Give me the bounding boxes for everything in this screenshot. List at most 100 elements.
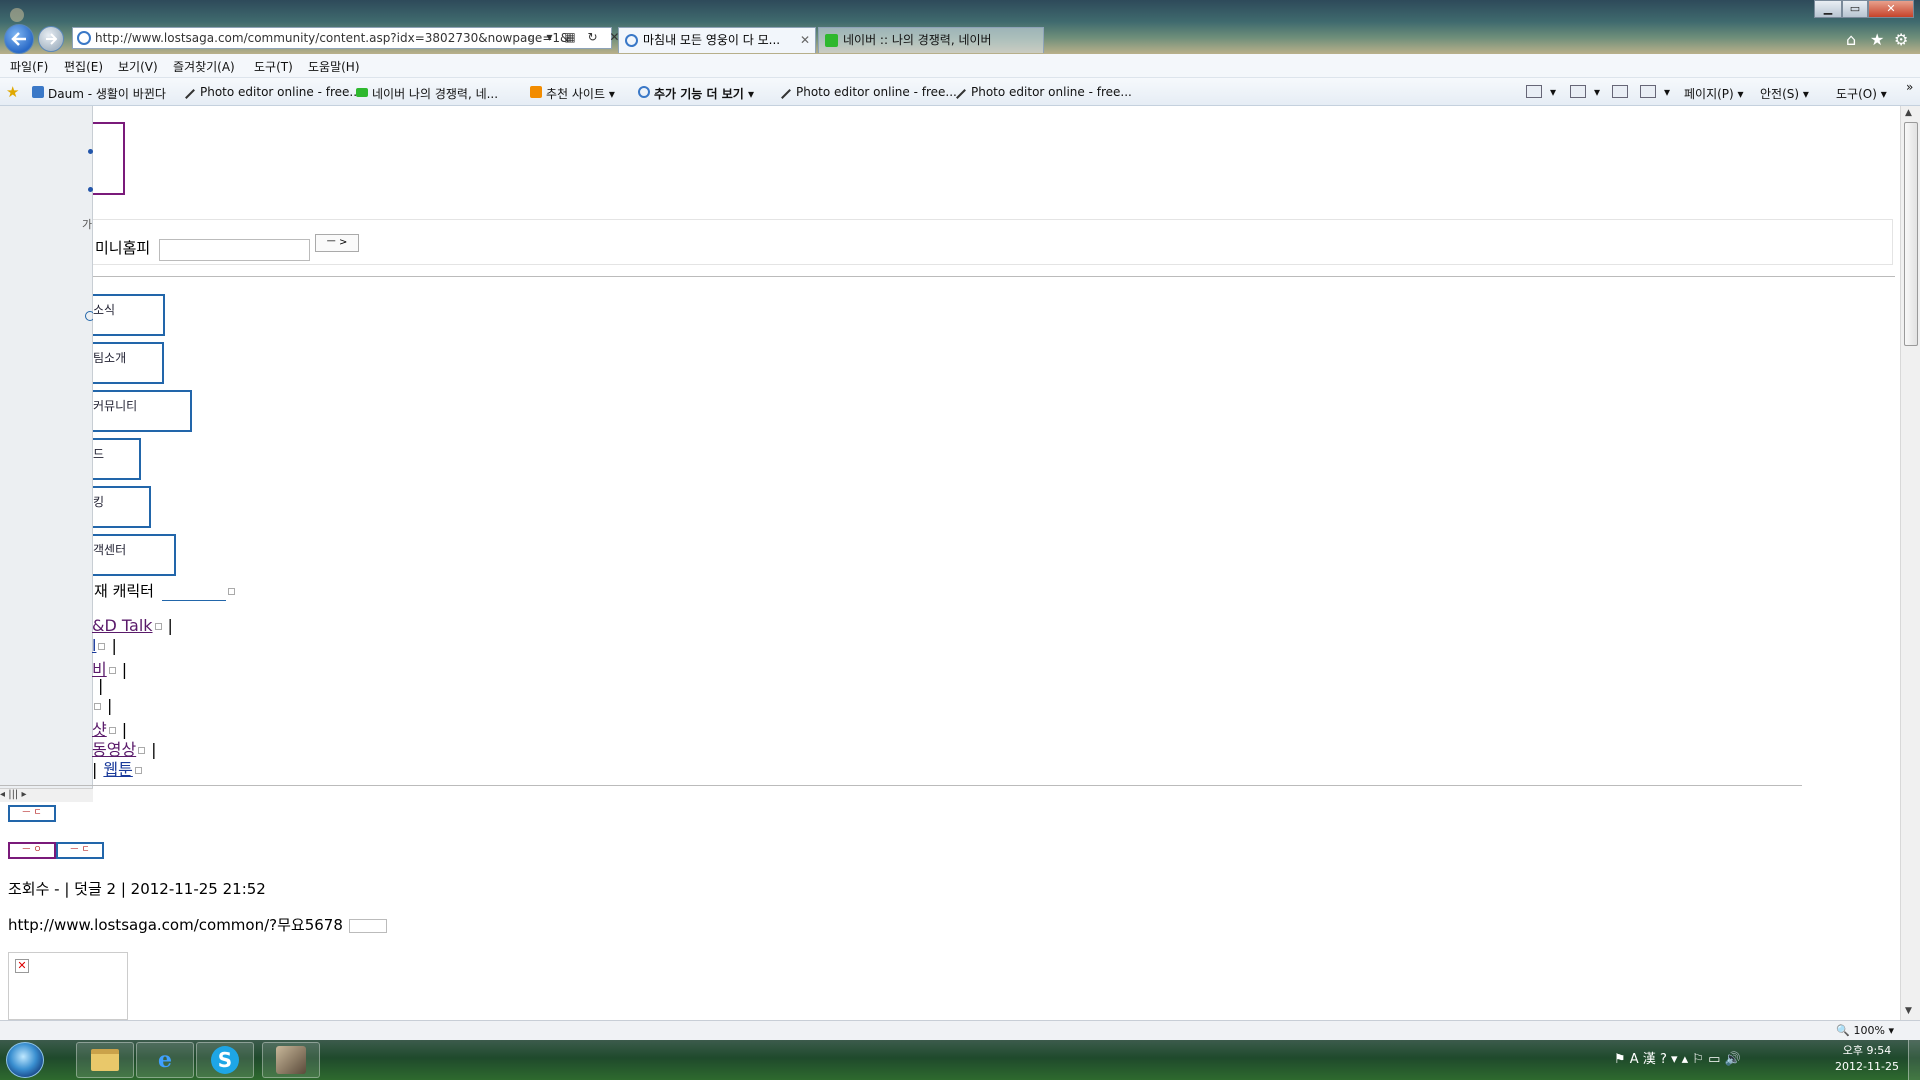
link-rd-talk[interactable]: &D Talk | xyxy=(92,616,173,635)
tab-close-icon[interactable]: ✕ xyxy=(800,28,810,52)
status-bar: 🔍 100% ▾ xyxy=(0,1020,1920,1040)
divider xyxy=(0,785,1802,786)
search-label: 미니홈피 xyxy=(95,239,151,257)
small-button-1[interactable]: ㅡ ㄷ xyxy=(8,805,56,822)
broken-image-icon: ✕ xyxy=(15,959,29,973)
nav-team[interactable]: 팀소개 xyxy=(93,342,164,384)
favorites-star-icon[interactable]: ★ xyxy=(1870,30,1884,49)
character-line: 재 캐릭터 xyxy=(94,580,235,601)
maximize-button[interactable]: ▭ xyxy=(1842,0,1868,18)
scroll-down-arrow-icon[interactable]: ▼ xyxy=(1905,1006,1912,1016)
menu-help[interactable]: 도움말(H) xyxy=(308,58,360,75)
scrollbar-thumb[interactable] xyxy=(1904,122,1918,346)
fav-daum[interactable]: Daum - 생활이 바뀐다 xyxy=(32,85,166,102)
fav-suggested-sites[interactable]: 추천 사이트 ▾ xyxy=(530,85,615,102)
taskbar-internet-explorer[interactable]: e xyxy=(136,1042,194,1078)
logo-box[interactable] xyxy=(93,122,125,195)
menu-favorites[interactable]: 즐겨찾기(A) xyxy=(173,58,235,75)
address-tools[interactable]: ⌕ ▾ ▦ ↻ ✕ xyxy=(528,30,623,45)
small-label: 가 xyxy=(82,218,93,231)
scroll-up-arrow-icon[interactable]: ▲ xyxy=(1905,108,1912,118)
mail-icon[interactable] xyxy=(1612,85,1628,98)
menu-file[interactable]: 파일(F) xyxy=(10,58,48,75)
home-icon[interactable]: ⌂ xyxy=(1846,30,1856,49)
small-button-3[interactable]: ㅡ ㄷ xyxy=(56,842,104,859)
clock-time: 오후 9:54 xyxy=(1842,1044,1892,1057)
print-dropdown[interactable]: ▾ xyxy=(1664,85,1670,99)
tab-naver[interactable]: 네이버 :: 나의 경쟁력, 네이버 xyxy=(818,27,1044,53)
link-item-4[interactable]: | xyxy=(92,676,103,695)
nav-community[interactable]: 커뮤니티 xyxy=(93,390,192,432)
link-item-5[interactable]: | xyxy=(92,696,112,715)
forward-button[interactable] xyxy=(38,26,64,52)
forward-arrow-icon xyxy=(46,33,57,45)
small-button-2[interactable]: ㅡ ㅇ xyxy=(8,842,56,859)
page-content: ◂ ||| ▸ 가 미니홈피 ㅡ > 소식 팀소개 커뮤니티 드 킹 객센터 재… xyxy=(0,106,1900,1020)
search-button[interactable]: ㅡ > xyxy=(315,234,359,252)
browser-titlebar: http://www.lostsaga.com/community/conten… xyxy=(0,0,1920,54)
chevron-more-icon[interactable]: » xyxy=(1906,80,1913,94)
home-cmd-dropdown[interactable]: ▾ xyxy=(1550,85,1556,99)
window-icon xyxy=(10,8,24,22)
menu-view[interactable]: 보기(V) xyxy=(118,58,158,75)
game-icon xyxy=(276,1046,306,1074)
fav-photo-editor-1[interactable]: Photo editor online - free... xyxy=(184,85,361,99)
post-meta: 조회수 - | 덧글 2 | 2012-11-25 21:52 xyxy=(8,880,266,898)
search-input[interactable] xyxy=(159,239,310,261)
print-icon[interactable] xyxy=(1640,85,1656,98)
post-url-text: http://www.lostsaga.com/common/?무요5678 xyxy=(8,916,343,934)
favorites-star-icon[interactable]: ★ xyxy=(6,83,19,101)
pen-icon xyxy=(781,89,791,99)
menu-bar: 파일(F) 편집(E) 보기(V) 즐겨찾기(A) 도구(T) 도움말(H) xyxy=(0,54,1920,78)
tools-menu[interactable]: 도구(O) ▾ xyxy=(1836,85,1887,102)
safety-menu[interactable]: 안전(S) ▾ xyxy=(1760,85,1809,102)
back-button[interactable] xyxy=(4,24,34,54)
divider xyxy=(93,276,1895,277)
fav-photo-editor-3[interactable]: Photo editor online - free... xyxy=(955,85,1132,99)
address-url: http://www.lostsaga.com/community/conten… xyxy=(95,31,570,45)
tab-lostsaga[interactable]: 마침내 모든 영웅이 다 모... ✕ xyxy=(618,27,816,53)
vertical-scrollbar[interactable]: ▲ ▼ xyxy=(1900,106,1920,1020)
home-cmd-icon[interactable] xyxy=(1526,85,1542,98)
bullet-icon xyxy=(88,149,93,154)
menu-tools[interactable]: 도구(T) xyxy=(254,58,293,75)
rss-icon[interactable] xyxy=(1570,85,1586,98)
tab-label: 마침내 모든 영웅이 다 모... xyxy=(643,33,781,47)
fav-more-addons[interactable]: 추가 기능 더 보기 ▾ xyxy=(638,85,754,102)
left-panel-scrollbar[interactable]: ◂ ||| ▸ xyxy=(0,788,93,802)
system-tray[interactable]: ⚑ A 漢 ? ▾ ▴ ⚐ ▭ 🔊 xyxy=(1614,1048,1741,1067)
ie-icon: e xyxy=(158,1047,172,1073)
nav-customer-center[interactable]: 객센터 xyxy=(93,534,176,576)
nav-ranking[interactable]: 킹 xyxy=(93,486,151,528)
left-panel xyxy=(0,106,93,788)
pen-icon xyxy=(185,89,195,99)
menu-edit[interactable]: 편집(E) xyxy=(64,58,103,75)
minimize-button[interactable]: ▁ xyxy=(1814,0,1842,18)
character-link[interactable] xyxy=(161,587,226,601)
taskbar-explorer[interactable] xyxy=(76,1042,134,1078)
daum-icon xyxy=(32,86,44,98)
clock[interactable]: 오후 9:54 2012-11-25 xyxy=(1822,1043,1912,1075)
bullet-icon xyxy=(88,187,93,192)
link-webtoon[interactable]: | 웹툰 xyxy=(92,756,142,780)
fav-naver[interactable]: 네이버 나의 경쟁력, 네... xyxy=(356,85,498,102)
ie-icon xyxy=(638,86,650,98)
zoom-level[interactable]: 🔍 100% ▾ xyxy=(1836,1024,1894,1037)
taskbar-game[interactable] xyxy=(262,1042,320,1078)
tab-label: 네이버 :: 나의 경쟁력, 네이버 xyxy=(843,33,992,47)
close-window-button[interactable]: ✕ xyxy=(1868,0,1914,18)
page-menu[interactable]: 페이지(P) ▾ xyxy=(1684,85,1744,102)
nav-news[interactable]: 소식 xyxy=(93,294,165,336)
taskbar-skype[interactable]: S xyxy=(196,1042,254,1078)
broken-image: ✕ xyxy=(8,952,128,1020)
nav-item-4[interactable]: 드 xyxy=(93,438,141,480)
rss-dropdown[interactable]: ▾ xyxy=(1594,85,1600,99)
link-item-2[interactable]: l | xyxy=(92,636,117,655)
taskbar: e S ⚑ A 漢 ? ▾ ▴ ⚐ ▭ 🔊 오후 9:54 2012-11-25 xyxy=(0,1040,1920,1080)
url-copy-button[interactable] xyxy=(348,918,387,933)
search-panel xyxy=(93,219,1893,265)
fav-photo-editor-2[interactable]: Photo editor online - free... xyxy=(780,85,957,99)
gear-icon[interactable]: ⚙ xyxy=(1894,30,1908,49)
start-button[interactable] xyxy=(6,1042,44,1078)
show-desktop-button[interactable] xyxy=(1908,1040,1920,1080)
